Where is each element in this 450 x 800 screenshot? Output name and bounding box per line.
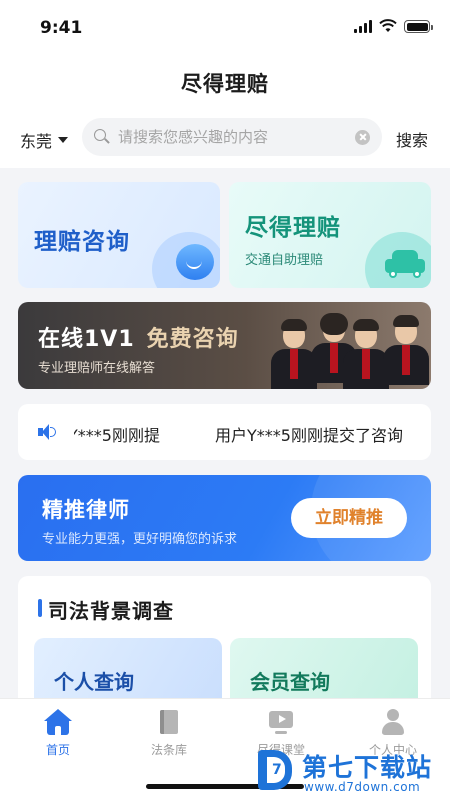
- ticker-item: 用户Y***5刚刚提交了咨询: [215, 426, 403, 444]
- claims-consult-card[interactable]: 理赔咨询: [18, 182, 220, 288]
- section-accent-bar: [38, 599, 42, 617]
- recommend-subtitle: 专业能力更强，更好明确您的诉求: [42, 532, 238, 547]
- judicial-title: 司法背景调查: [48, 599, 174, 623]
- banner-title: 在线1V1 免费咨询: [38, 321, 239, 353]
- ticker-track: 户Y***5刚刚提 用户Y***5刚刚提交了咨询: [74, 422, 431, 444]
- claims-consult-title: 理赔咨询: [34, 229, 130, 255]
- header: 尽得理赔 东莞 搜索: [0, 58, 450, 168]
- member-query-label: 会员查询: [250, 670, 330, 694]
- chat-bubble-icon: [176, 244, 214, 280]
- recommend-lawyer-card[interactable]: 精推律师 专业能力更强，更好明确您的诉求 立即精推: [18, 475, 431, 561]
- tab-home[interactable]: 首页: [13, 709, 103, 758]
- city-selector[interactable]: 东莞: [20, 128, 69, 152]
- clear-icon[interactable]: [355, 129, 370, 145]
- self-service-claims-card[interactable]: 尽得理赔 交通自助理赔: [229, 182, 431, 288]
- lawyers-photo: [271, 302, 431, 389]
- search-input[interactable]: [118, 128, 355, 146]
- recommend-title: 精推律师: [42, 498, 130, 522]
- notice-ticker: 户Y***5刚刚提 用户Y***5刚刚提交了咨询: [18, 404, 431, 460]
- banner-title-main: 在线1V1: [38, 327, 135, 352]
- lawyer-figure: [383, 315, 429, 385]
- tab-label: 法条库: [150, 743, 187, 757]
- user-icon: [379, 709, 407, 735]
- status-bar: 9:41: [0, 0, 450, 58]
- banner-subtitle: 专业理赔师在线解答: [38, 361, 156, 376]
- self-service-subtitle: 交通自助理赔: [245, 253, 324, 268]
- video-icon: [267, 709, 295, 735]
- book-icon: [155, 709, 183, 735]
- free-consult-banner[interactable]: 在线1V1 免费咨询 专业理赔师在线解答: [18, 302, 431, 389]
- watermark-url: www.d7down.com: [304, 780, 421, 794]
- speaker-icon: [38, 424, 56, 440]
- battery-icon: [404, 20, 433, 33]
- tab-law-library[interactable]: 法条库: [124, 709, 214, 758]
- car-icon: [385, 250, 425, 278]
- caret-down-icon: [58, 137, 69, 143]
- wifi-icon: [379, 19, 397, 32]
- recommend-now-button[interactable]: 立即精推: [291, 498, 407, 538]
- search-button[interactable]: 搜索: [396, 127, 428, 151]
- page-title: 尽得理赔: [181, 72, 269, 96]
- judicial-section: 司法背景调查 个人查询 会员查询: [18, 576, 431, 716]
- watermark-logo-icon: 7: [258, 750, 298, 794]
- signal-icon: [354, 20, 372, 33]
- watermark-brand: 第七下载站: [302, 753, 433, 782]
- search-icon: [94, 129, 110, 145]
- ticker-item: 户Y***5刚刚提: [74, 426, 160, 444]
- search-box[interactable]: [82, 118, 382, 156]
- banner-title-highlight: 免费咨询: [146, 327, 239, 352]
- home-icon: [44, 709, 72, 735]
- self-service-title: 尽得理赔: [245, 215, 341, 241]
- city-label: 东莞: [20, 132, 53, 151]
- site-watermark: 7 第七下载站 www.d7down.com: [254, 744, 450, 800]
- status-time: 9:41: [40, 18, 83, 38]
- personal-query-label: 个人查询: [54, 670, 134, 694]
- status-icons: [354, 19, 433, 33]
- tab-label: 首页: [45, 743, 70, 757]
